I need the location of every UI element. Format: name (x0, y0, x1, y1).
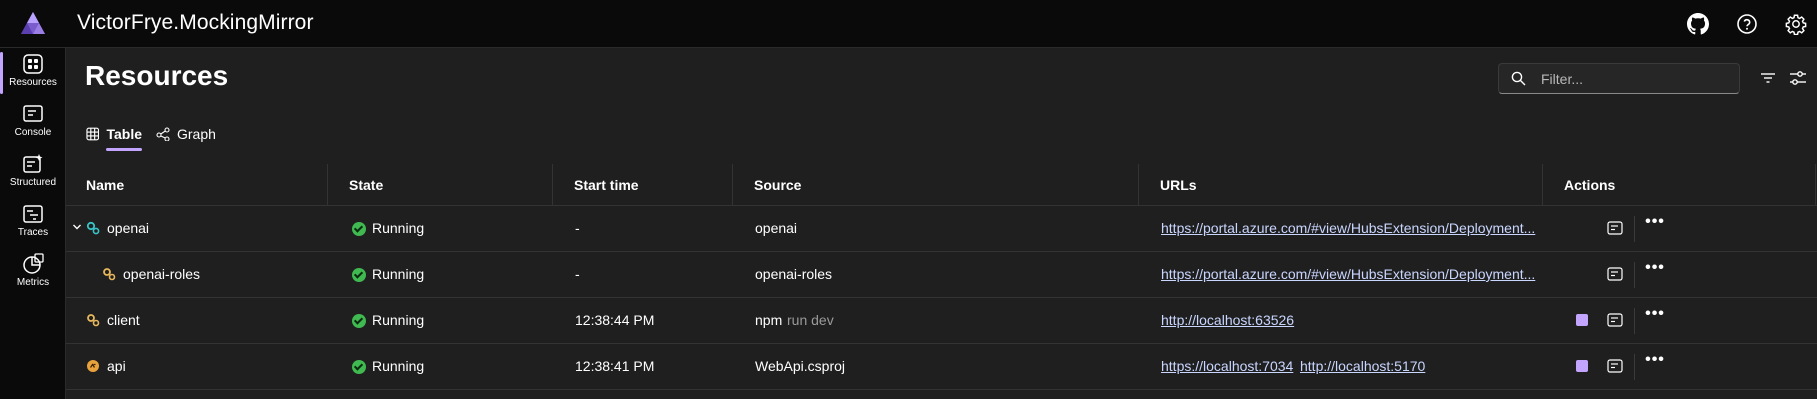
settings-gear-icon[interactable] (1784, 12, 1808, 36)
resource-state: Running (372, 312, 425, 328)
help-icon[interactable] (1735, 12, 1759, 36)
role-assignment-icon (103, 268, 116, 281)
column-divider[interactable] (1542, 164, 1543, 206)
resource-source: npm (755, 312, 783, 328)
chevron-down-icon[interactable] (72, 222, 82, 232)
more-actions-ellipsis-icon[interactable]: ••• (1644, 260, 1666, 282)
nav-item-structured[interactable]: Structured (0, 148, 66, 196)
resource-url-link[interactable]: https://localhost:7034 (1161, 358, 1293, 374)
nav-item-traces[interactable]: Traces (0, 198, 66, 246)
running-status-icon (352, 268, 366, 282)
filter-funnel-icon[interactable] (1758, 68, 1778, 88)
column-header-name[interactable]: Name (86, 177, 124, 193)
action-divider (1634, 262, 1635, 288)
stop-button[interactable] (1576, 360, 1588, 372)
console-logs-icon[interactable] (1607, 359, 1623, 373)
column-header-actions[interactable]: Actions (1564, 177, 1615, 193)
settings-sliders-icon[interactable] (1788, 68, 1808, 88)
column-header-state[interactable]: State (349, 177, 383, 193)
resource-url-link[interactable]: https://portal.azure.com/#view/HubsExten… (1161, 220, 1535, 236)
structured-icon (23, 154, 43, 173)
console-logs-icon[interactable] (1607, 221, 1623, 235)
resource-name: openai (107, 220, 150, 236)
nav-item-resources[interactable]: Resources (0, 48, 66, 96)
nav-item-console[interactable]: Console (0, 98, 66, 146)
running-status-icon (352, 222, 366, 236)
action-divider (1634, 216, 1635, 242)
column-divider[interactable] (327, 164, 328, 206)
action-divider (1634, 354, 1635, 380)
column-header-urls[interactable]: URLs (1160, 177, 1197, 193)
nav-label-resources: Resources (9, 77, 57, 88)
stop-button[interactable] (1576, 314, 1588, 326)
resource-name: openai-roles (123, 266, 201, 282)
nav-item-metrics[interactable]: Metrics (0, 248, 66, 296)
top-bar: VictorFrye.MockingMirror (0, 0, 1817, 48)
tab-table[interactable]: Table (86, 124, 142, 154)
resource-start-time: - (575, 220, 580, 236)
executable-resource-icon (87, 314, 100, 327)
more-actions-ellipsis-icon[interactable]: ••• (1644, 306, 1666, 328)
resource-state: Running (372, 220, 425, 236)
resource-start-time: 12:38:44 PM (575, 312, 655, 328)
resource-source: openai-roles (755, 266, 833, 282)
table-icon (86, 127, 100, 141)
table-header: Name State Start time Source URLs Action… (66, 164, 1817, 206)
resource-state: Running (372, 266, 425, 282)
running-status-icon (352, 360, 366, 374)
app-title: VictorFrye.MockingMirror (77, 11, 314, 34)
main-content: Resources Table Graph Name State Start t… (66, 48, 1817, 399)
aspire-logo-icon[interactable] (20, 11, 46, 35)
side-navigation: Resources Console Structured Traces Metr… (0, 48, 66, 399)
nav-label-console: Console (14, 127, 52, 138)
more-actions-ellipsis-icon[interactable]: ••• (1644, 352, 1666, 374)
resource-url-link[interactable]: http://localhost:5170 (1300, 358, 1425, 374)
filter-input[interactable] (1539, 67, 1733, 91)
resource-state: Running (372, 358, 425, 374)
resource-name: api (107, 358, 126, 374)
azure-openai-resource-icon (86, 221, 100, 235)
column-header-source[interactable]: Source (754, 177, 801, 193)
action-divider (1634, 308, 1635, 334)
column-divider[interactable] (732, 164, 733, 206)
column-divider[interactable] (1138, 164, 1139, 206)
table-row[interactable]: api Running 12:38:41 PM WebApi.csproj ht… (66, 344, 1817, 390)
console-icon (23, 105, 43, 122)
graph-icon (156, 127, 170, 141)
nav-label-structured: Structured (9, 177, 57, 188)
tab-graph-label: Graph (177, 126, 216, 142)
resource-start-time: 12:38:41 PM (575, 358, 655, 374)
resource-source: WebApi.csproj (755, 358, 846, 374)
column-divider[interactable] (1815, 164, 1816, 206)
console-logs-icon[interactable] (1607, 313, 1623, 327)
project-resource-icon (87, 360, 99, 372)
resource-url-link[interactable]: https://portal.azure.com/#view/HubsExten… (1161, 266, 1535, 282)
table-row[interactable]: openai Running - openai https://portal.a… (66, 206, 1817, 252)
tab-table-label: Table (106, 126, 142, 142)
more-actions-ellipsis-icon[interactable]: ••• (1644, 214, 1666, 236)
resources-icon (23, 54, 43, 74)
table-row[interactable]: openai-roles Running - openai-roles http… (66, 252, 1817, 298)
resource-name: client (107, 312, 140, 328)
traces-icon (23, 205, 43, 223)
column-header-start-time[interactable]: Start time (574, 177, 639, 193)
resource-source-args: run dev (787, 312, 834, 328)
metrics-icon (23, 253, 44, 274)
resource-url-link[interactable]: http://localhost:63526 (1161, 312, 1294, 328)
running-status-icon (352, 314, 366, 328)
tab-graph[interactable]: Graph (156, 124, 218, 154)
page-title: Resources (85, 60, 229, 91)
table-row[interactable]: client Running 12:38:44 PM npm run dev h… (66, 298, 1817, 344)
nav-label-traces: Traces (17, 227, 49, 238)
search-icon (1511, 71, 1526, 86)
nav-label-metrics: Metrics (16, 277, 50, 288)
resource-start-time: - (575, 266, 580, 282)
resource-source: openai (755, 220, 798, 236)
github-icon[interactable] (1686, 12, 1710, 36)
filter-field[interactable] (1498, 63, 1740, 94)
console-logs-icon[interactable] (1607, 267, 1623, 281)
column-divider[interactable] (552, 164, 553, 206)
